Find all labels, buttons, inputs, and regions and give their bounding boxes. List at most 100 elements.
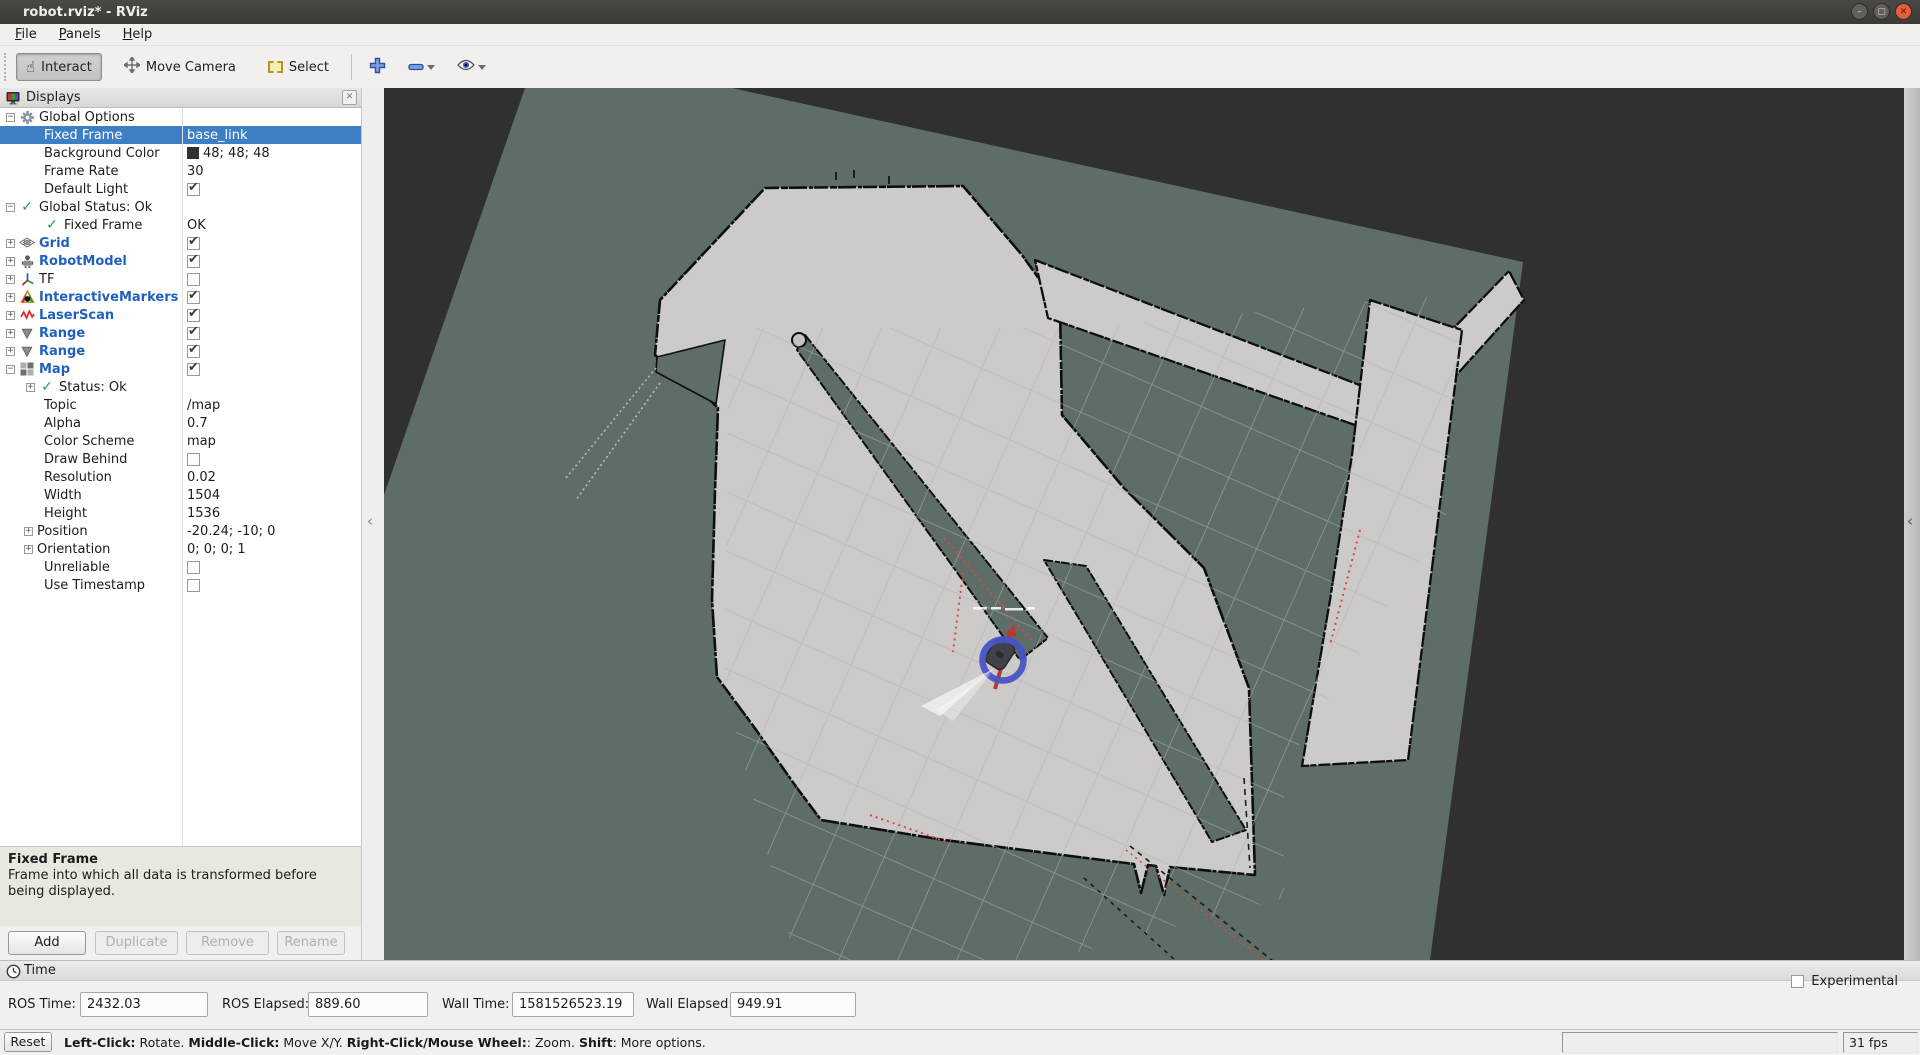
select-tool-button[interactable]: Select [258, 53, 339, 81]
row-value[interactable] [187, 255, 200, 268]
tree-row-default-light[interactable]: Default Light [0, 180, 361, 198]
expand-icon[interactable]: + [6, 347, 15, 356]
tree-row-topic[interactable]: Topic/map [0, 396, 361, 414]
row-value[interactable] [187, 327, 200, 340]
tree-row-fixed-frame[interactable]: Fixed Framebase_link [0, 126, 361, 144]
row-value[interactable] [187, 183, 200, 196]
ros-time-input[interactable]: 2432.03 [80, 992, 208, 1017]
tree-row-global-status-ok[interactable]: −✓Global Status: Ok [0, 198, 361, 216]
maximize-button[interactable]: ▢ [1873, 3, 1890, 20]
enabled-checkbox[interactable] [187, 273, 200, 286]
tree-row-background-color[interactable]: Background Color48; 48; 48 [0, 144, 361, 162]
remove-tool-button[interactable] [403, 53, 440, 81]
row-value[interactable] [187, 363, 200, 376]
collapse-icon[interactable]: − [6, 203, 15, 212]
tree-row-map[interactable]: −Map [0, 360, 361, 378]
row-value[interactable] [187, 453, 200, 466]
wall-elapsed-input[interactable]: 949.91 [730, 992, 856, 1017]
tree-row-height[interactable]: Height1536 [0, 504, 361, 522]
tree-row-global-options[interactable]: −Global Options [0, 108, 361, 126]
toolbar-drag-handle[interactable] [4, 53, 10, 81]
enabled-checkbox[interactable] [187, 237, 200, 250]
tree-row-color-scheme[interactable]: Color Schememap [0, 432, 361, 450]
row-value[interactable] [187, 579, 200, 592]
tree-row-status-ok[interactable]: +✓Status: Ok [0, 378, 361, 396]
row-value[interactable] [187, 309, 200, 322]
title-bar[interactable]: robot.rviz* - RViz – ▢ ✕ [0, 0, 1920, 24]
tree-row-range[interactable]: +Range [0, 342, 361, 360]
enabled-checkbox[interactable] [187, 579, 200, 592]
interact-tool-button[interactable]: ☝ Interact [16, 53, 102, 81]
enabled-checkbox[interactable] [187, 561, 200, 574]
enabled-checkbox[interactable] [187, 291, 200, 304]
expand-icon[interactable]: + [6, 293, 15, 302]
visibility-tool-dropdown-icon[interactable] [478, 65, 486, 70]
collapse-left-panel-icon[interactable]: ‹ [367, 512, 373, 530]
remove-button[interactable]: Remove [186, 931, 269, 955]
remove-tool-dropdown-icon[interactable] [427, 65, 435, 70]
enabled-checkbox[interactable] [187, 363, 200, 376]
enabled-checkbox[interactable] [187, 453, 200, 466]
expand-icon[interactable]: + [6, 311, 15, 320]
tree-row-fixed-frame[interactable]: ✓Fixed FrameOK [0, 216, 361, 234]
color-swatch[interactable] [187, 147, 199, 159]
add-button[interactable]: Add [8, 931, 86, 955]
add-tool-button[interactable] [364, 53, 391, 81]
reset-button[interactable]: Reset [4, 1032, 52, 1052]
rename-button[interactable]: Rename [277, 931, 345, 955]
tree-row-width[interactable]: Width1504 [0, 486, 361, 504]
tree-row-laserscan[interactable]: +LaserScan [0, 306, 361, 324]
expand-icon[interactable]: + [6, 329, 15, 338]
menu-item-help[interactable]: Help [112, 25, 164, 44]
ros-elapsed-input[interactable]: 889.60 [308, 992, 428, 1017]
enabled-checkbox[interactable] [187, 183, 200, 196]
menu-item-panels[interactable]: Panels [48, 25, 112, 44]
expand-right-panel-icon[interactable]: ‹ [1907, 512, 1913, 530]
displays-panel-header[interactable]: Displays ✕ [0, 88, 361, 108]
tree-row-position[interactable]: +Position-20.24; -10; 0 [0, 522, 361, 540]
tree-row-alpha[interactable]: Alpha0.7 [0, 414, 361, 432]
expand-icon[interactable]: + [6, 275, 15, 284]
collapse-icon[interactable]: − [6, 365, 15, 374]
tree-row-frame-rate[interactable]: Frame Rate30 [0, 162, 361, 180]
menu-item-file[interactable]: File [4, 25, 48, 44]
panel-close-button[interactable]: ✕ [342, 90, 357, 105]
tree-row-grid[interactable]: +Grid [0, 234, 361, 252]
tree-row-orientation[interactable]: +Orientation0; 0; 0; 1 [0, 540, 361, 558]
tree-row-tf[interactable]: +TF [0, 270, 361, 288]
tree-row-use-timestamp[interactable]: Use Timestamp [0, 576, 361, 594]
close-button[interactable]: ✕ [1895, 3, 1912, 20]
3d-viewport[interactable] [384, 88, 1904, 960]
tree-row-range[interactable]: +Range [0, 324, 361, 342]
visibility-tool-button[interactable] [452, 53, 491, 81]
duplicate-button[interactable]: Duplicate [95, 931, 178, 955]
minimize-button[interactable]: – [1851, 3, 1868, 20]
expand-icon[interactable]: + [24, 545, 33, 554]
row-value[interactable] [187, 237, 200, 250]
row-value[interactable] [187, 345, 200, 358]
expand-icon[interactable]: + [26, 383, 35, 392]
enabled-checkbox[interactable] [187, 345, 200, 358]
expand-icon[interactable]: + [6, 239, 15, 248]
tree-row-interactivemarkers[interactable]: +InteractiveMarkers [0, 288, 361, 306]
enabled-checkbox[interactable] [187, 327, 200, 340]
row-value[interactable] [187, 291, 200, 304]
enabled-checkbox[interactable] [187, 255, 200, 268]
move-camera-tool-button[interactable]: Move Camera [114, 53, 246, 81]
right-panel-splitter[interactable]: ‹ [1904, 88, 1920, 960]
tree-row-unreliable[interactable]: Unreliable [0, 558, 361, 576]
expand-icon[interactable]: + [6, 257, 15, 266]
row-value[interactable] [187, 273, 200, 286]
left-panel-splitter[interactable]: ‹ [362, 88, 384, 960]
time-panel-header[interactable]: Time [0, 960, 1920, 981]
expand-icon[interactable]: + [24, 527, 33, 536]
enabled-checkbox[interactable] [187, 309, 200, 322]
tree-row-resolution[interactable]: Resolution0.02 [0, 468, 361, 486]
experimental-checkbox[interactable] [1791, 975, 1804, 988]
tree-row-draw-behind[interactable]: Draw Behind [0, 450, 361, 468]
row-value[interactable] [187, 561, 200, 574]
collapse-icon[interactable]: − [6, 113, 15, 122]
tree-row-robotmodel[interactable]: +RobotModel [0, 252, 361, 270]
wall-time-input[interactable]: 1581526523.19 [512, 992, 634, 1017]
tree-column-divider[interactable] [182, 108, 183, 846]
